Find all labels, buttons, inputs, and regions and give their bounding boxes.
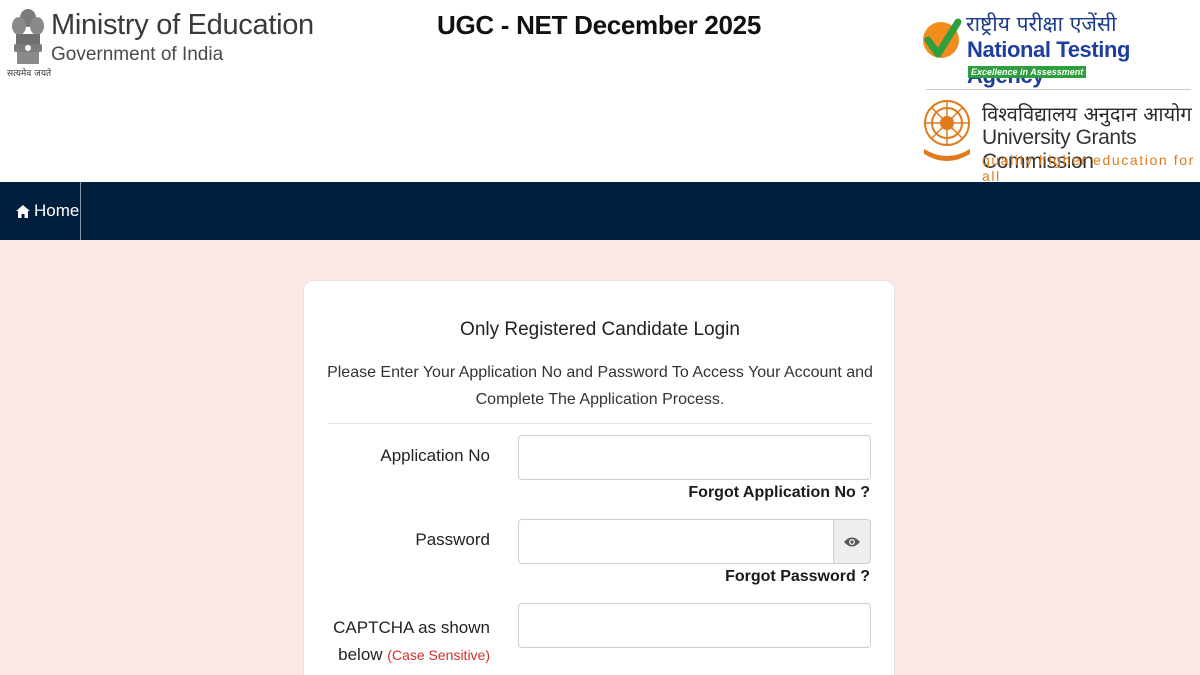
page-title: UGC - NET December 2025 bbox=[436, 10, 761, 40]
nav-home-label: Home bbox=[34, 201, 80, 220]
password-toggle-button[interactable] bbox=[833, 519, 871, 564]
logo-divider bbox=[926, 89, 1191, 90]
case-sensitive-note: (Case Sensitive) bbox=[387, 647, 490, 663]
login-divider bbox=[328, 423, 872, 424]
password-label: Password bbox=[415, 530, 490, 549]
ministry-subtitle: Government of India bbox=[51, 44, 224, 65]
home-icon bbox=[16, 204, 30, 218]
captcha-label-line1: CAPTCHA as shown bbox=[333, 618, 490, 637]
nta-name: National Testing Agency bbox=[967, 37, 1131, 88]
nta-logo-icon bbox=[923, 18, 962, 58]
site-header: सत्यमेव जयते Ministry of Education Gover… bbox=[0, 0, 1200, 184]
login-title: Only Registered Candidate Login bbox=[460, 319, 740, 340]
forgot-password-link[interactable]: Forgot Password ? bbox=[725, 568, 870, 586]
login-description: Please Enter Your Application No and Pas… bbox=[327, 364, 873, 408]
ministry-title: Ministry of Education bbox=[51, 9, 314, 41]
forgot-application-no-link[interactable]: Forgot Application No ? bbox=[688, 484, 870, 502]
captcha-label: CAPTCHA as shown below (Case Sensitive) bbox=[304, 614, 490, 669]
captcha-input[interactable] bbox=[518, 603, 871, 648]
main-navbar: Home bbox=[0, 182, 1200, 240]
nav-home-link[interactable]: Home bbox=[0, 182, 81, 240]
ugc-logo-icon bbox=[924, 100, 970, 161]
nta-hindi-name: राष्ट्रीय परीक्षा एजेंसी bbox=[966, 12, 1117, 36]
password-input[interactable] bbox=[518, 519, 834, 564]
application-no-input[interactable] bbox=[518, 435, 871, 480]
nta-tagline: Excellence in Assessment bbox=[968, 66, 1087, 78]
eye-icon bbox=[844, 537, 860, 546]
login-card: Only Registered Candidate Login Please E… bbox=[303, 280, 895, 675]
application-no-label: Application No bbox=[380, 446, 490, 465]
ugc-tagline: quality higher education for all bbox=[982, 152, 1195, 184]
emblem-tagline: सत्यमेव जयते bbox=[7, 69, 52, 79]
captcha-label-line2: below bbox=[338, 645, 383, 664]
ugc-hindi-name: विश्वविद्यालय अनुदान आयोग bbox=[982, 102, 1192, 126]
